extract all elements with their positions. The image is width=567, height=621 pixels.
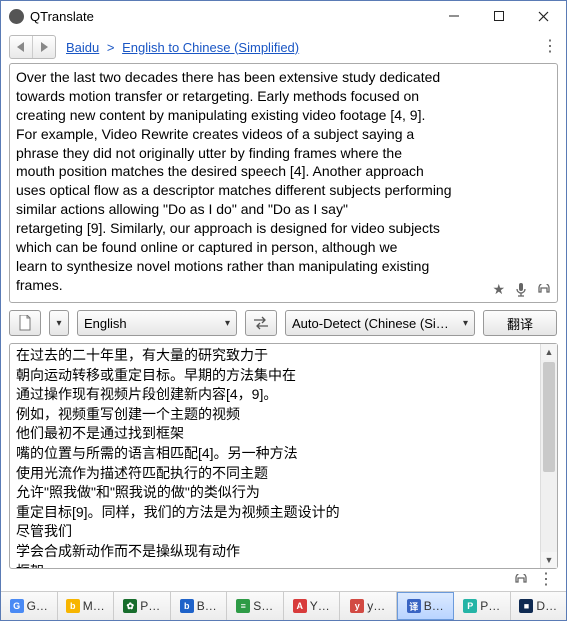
- source-box: ★: [9, 63, 558, 303]
- service-tab[interactable]: GG…: [1, 592, 58, 620]
- output-box: 在过去的二十年里，有大量的研究致力于 朝向运动转移或重定目标。早期的方法集中在 …: [9, 343, 558, 569]
- favorite-icon[interactable]: ★: [492, 281, 505, 298]
- service-label: Y…: [310, 599, 330, 613]
- source-language-label: English: [84, 316, 127, 331]
- service-tab[interactable]: ≡S…: [227, 592, 284, 620]
- service-icon: ■: [519, 599, 533, 613]
- service-icon: ≡: [236, 599, 250, 613]
- output-menu-button[interactable]: ⋮: [538, 572, 554, 588]
- doc-menu-button[interactable]: ▾: [49, 310, 69, 336]
- chevron-down-icon: ▾: [463, 318, 468, 329]
- voice-input-icon[interactable]: [515, 283, 527, 297]
- source-pane: ★: [9, 63, 558, 303]
- listen-output-icon[interactable]: [514, 574, 528, 586]
- output-pane: 在过去的二十年里，有大量的研究致力于 朝向运动转移或重定目标。早期的方法集中在 …: [9, 343, 558, 591]
- output-text[interactable]: 在过去的二十年里，有大量的研究致力于 朝向运动转移或重定目标。早期的方法集中在 …: [10, 344, 541, 568]
- target-language-select[interactable]: Auto-Detect (Chinese (Si… ▾: [285, 310, 475, 336]
- service-tab[interactable]: yy…: [340, 592, 397, 620]
- scroll-up-icon[interactable]: ▲: [541, 344, 557, 360]
- maximize-button[interactable]: [476, 1, 521, 31]
- service-label: B…: [424, 599, 444, 613]
- scroll-down-icon[interactable]: ▼: [541, 552, 557, 568]
- window-controls: [431, 1, 566, 31]
- nav-menu-button[interactable]: ⋮: [542, 39, 558, 55]
- scroll-thumb[interactable]: [543, 362, 555, 472]
- service-label: D…: [536, 599, 557, 613]
- output-tool-icons: ⋮: [9, 569, 558, 591]
- title-bar: QTranslate: [1, 1, 566, 31]
- service-tab[interactable]: ■D…: [511, 592, 567, 620]
- service-label: y…: [367, 599, 385, 613]
- history-nav: [9, 35, 56, 59]
- source-language-select[interactable]: English ▾: [77, 310, 237, 336]
- new-doc-button[interactable]: [9, 310, 41, 336]
- service-tab[interactable]: bB…: [171, 592, 228, 620]
- source-tool-icons: ★: [492, 281, 551, 298]
- minimize-button[interactable]: [431, 1, 476, 31]
- service-label: M…: [83, 599, 105, 613]
- service-label: G…: [27, 599, 48, 613]
- service-icon: P: [463, 599, 477, 613]
- crumb-lang-pair[interactable]: English to Chinese (Simplified): [122, 40, 299, 55]
- service-label: P…: [480, 599, 500, 613]
- service-icon: G: [10, 599, 24, 613]
- back-button[interactable]: [10, 36, 33, 58]
- close-button[interactable]: [521, 1, 566, 31]
- service-icon: b: [180, 599, 194, 613]
- service-tab[interactable]: bM…: [58, 592, 115, 620]
- service-tab[interactable]: ✿P…: [114, 592, 171, 620]
- service-label: P…: [140, 599, 160, 613]
- chevron-down-icon: ▾: [225, 318, 230, 329]
- translate-button-label: 翻译: [507, 314, 533, 333]
- crumb-service[interactable]: Baidu: [66, 40, 99, 55]
- service-icon: ✿: [123, 599, 137, 613]
- service-icon: A: [293, 599, 307, 613]
- translate-button[interactable]: 翻译: [483, 310, 557, 336]
- source-textarea[interactable]: [10, 64, 557, 302]
- services-bar: GG…bM…✿P…bB…≡S…AY…yy…译B…PP…■D…: [1, 591, 566, 620]
- listen-icon[interactable]: [537, 284, 551, 296]
- crumb-separator: >: [107, 40, 115, 55]
- window-title: QTranslate: [30, 9, 431, 24]
- breadcrumb: Baidu > English to Chinese (Simplified): [66, 40, 299, 55]
- app-icon: [9, 9, 24, 24]
- service-tab[interactable]: AY…: [284, 592, 341, 620]
- output-scrollbar[interactable]: ▲ ▼: [540, 344, 557, 568]
- nav-bar: Baidu > English to Chinese (Simplified) …: [1, 31, 566, 63]
- app-window: QTranslate Baidu > English to Ch: [0, 0, 567, 621]
- service-icon: b: [66, 599, 80, 613]
- service-icon: 译: [407, 599, 421, 613]
- service-tab[interactable]: PP…: [454, 592, 511, 620]
- service-label: S…: [253, 599, 273, 613]
- service-tab[interactable]: 译B…: [397, 592, 455, 620]
- target-language-label: Auto-Detect (Chinese (Si…: [292, 316, 449, 331]
- service-icon: y: [350, 599, 364, 613]
- swap-languages-button[interactable]: [245, 310, 277, 336]
- service-label: B…: [197, 599, 217, 613]
- translate-toolbar: ▾ English ▾ Auto-Detect (Chinese (Si… ▾ …: [1, 303, 566, 343]
- forward-button[interactable]: [33, 36, 55, 58]
